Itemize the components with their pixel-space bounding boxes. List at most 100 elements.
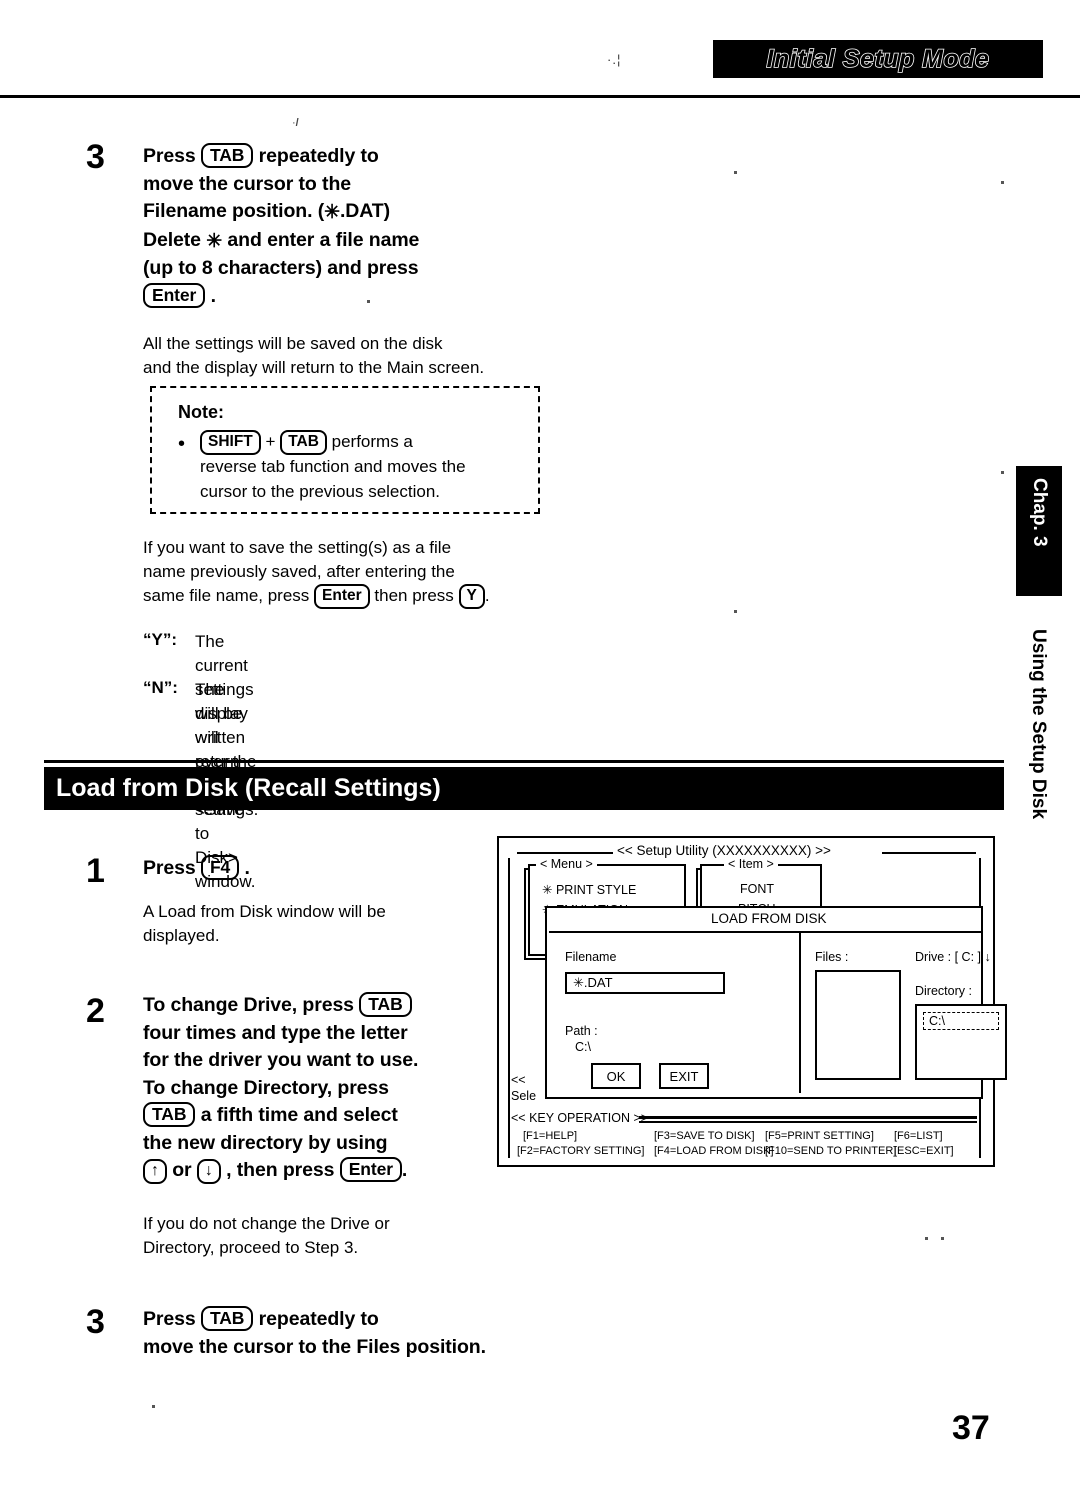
path-label: Path : — [565, 1024, 598, 1038]
step3-top-line4b: and enter a file name — [227, 228, 420, 251]
step1-number: 1 — [86, 852, 105, 890]
overwrite-description: If you want to save the setting(s) as a … — [143, 536, 563, 609]
directory-label: Directory : — [915, 984, 972, 998]
header-scan-artifact: ·.¦ — [607, 52, 622, 67]
drive-row: Drive : [ C: ] ↓ — [915, 950, 991, 964]
note-line2: reverse tab function and moves the — [200, 457, 466, 476]
step2-line7b: , then press — [226, 1159, 335, 1181]
section-title: Load from Disk (Recall Settings) — [56, 774, 441, 802]
ok-button-label: OK — [606, 1068, 626, 1084]
step1-description: A Load from Disk window will be displaye… — [143, 900, 386, 948]
step3-top-line3b: .DAT) — [339, 200, 390, 222]
key-op-0: [F1=HELP] — [523, 1130, 578, 1142]
chapter-subtitle-label: Using the Setup Disk — [1028, 629, 1049, 820]
step2-note-line2: Directory, proceed to Step 3. — [143, 1238, 359, 1257]
directory-listbox[interactable]: C:\ — [915, 1004, 1007, 1080]
select-hint-line2: Sele — [511, 1089, 537, 1103]
key-op-3: [F6=LIST] — [894, 1130, 943, 1142]
step2-line2: four times and type the letter — [143, 1021, 408, 1044]
drive-value: [ C: ] — [954, 950, 982, 964]
asterisk-glyph: ✳ — [324, 202, 340, 223]
step2-number: 2 — [86, 992, 105, 1030]
note-title: Note: — [178, 402, 224, 422]
step3-bottom-line1a: Press — [143, 1308, 196, 1330]
step2-line6: the new directory by using — [143, 1131, 388, 1154]
scan-dot-1 — [734, 171, 737, 174]
key-enter-step2: Enter — [339, 1157, 402, 1182]
key-op-7: [ESC=EXIT] — [894, 1145, 954, 1157]
exit-button-label: EXIT — [669, 1068, 699, 1084]
key-operation-rule-1 — [639, 1116, 977, 1119]
ow-period: . — [484, 586, 490, 605]
step3-bottom-line2: move the cursor to the Files position. — [143, 1335, 486, 1358]
fig-outer-left-line — [508, 858, 510, 1158]
ow-line2: name previously saved, after entering th… — [143, 562, 455, 581]
ow-line3a: same file name, press — [143, 586, 310, 605]
header-rule — [0, 95, 1080, 98]
dialog-title-rule — [549, 931, 983, 933]
key-op-6: [F10=SEND TO PRINTER] — [765, 1145, 897, 1157]
note-line1-tail: performs a — [331, 432, 413, 451]
step1-desc1: A Load from Disk window will be — [143, 902, 386, 921]
step2-note: If you do not change the Drive or Direct… — [143, 1212, 390, 1260]
step3-top-line2: move the cursor to the — [143, 172, 352, 195]
files-listbox[interactable] — [815, 970, 901, 1080]
note-body: SHIFT + TAB performs a reverse tab funct… — [200, 430, 530, 504]
save-desc-line2: and the display will return to the Main … — [143, 358, 485, 377]
key-tab-step2-b: TAB — [143, 1102, 196, 1127]
scan-dot-5 — [152, 1405, 155, 1408]
step2-or: or — [172, 1159, 192, 1181]
key-f4: F4 — [200, 855, 240, 880]
save-description: All the settings will be saved on the di… — [143, 332, 484, 380]
note-box: Note: • SHIFT + TAB performs a reverse t… — [150, 386, 540, 514]
step2-line1a: To change Drive, press — [143, 994, 354, 1016]
ok-button[interactable]: OK — [591, 1063, 641, 1089]
step1-desc2: displayed. — [143, 926, 220, 945]
directory-selected-item[interactable]: C:\ — [923, 1012, 999, 1030]
fig-title: << Setup Utility (XXXXXXXXXX) >> — [617, 843, 831, 858]
section-header: Load from Disk (Recall Settings) — [44, 767, 1004, 810]
ow-line3b: then press — [374, 586, 454, 605]
note-line3: cursor to the previous selection. — [200, 481, 441, 501]
scan-dot-8 — [1001, 471, 1004, 474]
scan-dot-7 — [734, 610, 737, 613]
step2-period: . — [401, 1159, 408, 1181]
key-op-1: [F3=SAVE TO DISK] — [654, 1130, 755, 1142]
scan-dot-2 — [1001, 181, 1004, 184]
step3-top-line4a: Delete — [143, 228, 201, 251]
scan-artifact-top: ·/ — [292, 117, 299, 129]
chapter-tab-label: Chap. 3 — [1029, 478, 1050, 547]
save-desc-line1: All the settings will be saved on the di… — [143, 334, 443, 353]
select-hint-line1: << — [511, 1073, 526, 1087]
manual-page: Initial Setup Mode ·.¦ ·/ 3 Press TAB re… — [0, 0, 1080, 1499]
key-op-2: [F5=PRINT SETTING] — [765, 1130, 874, 1142]
key-tab-step3b: TAB — [200, 1306, 254, 1331]
drive-label: Drive : — [915, 950, 952, 964]
menu-item-0-label: PRINT STYLE — [555, 883, 637, 897]
key-enter-ow: Enter — [314, 584, 370, 609]
files-label: Files : — [815, 950, 849, 964]
scan-dot-6 — [367, 300, 370, 303]
filename-input[interactable]: ✳.DAT — [565, 972, 725, 994]
scan-dot-4 — [941, 1237, 944, 1240]
filename-value: ✳.DAT — [573, 975, 613, 990]
step2-line4: To change Directory, press — [143, 1076, 389, 1099]
key-op-5: [F4=LOAD FROM DISK] — [654, 1145, 774, 1157]
menu-panel-header: < Menu > — [536, 857, 597, 871]
step3-bottom-line1b: repeatedly to — [258, 1308, 379, 1330]
setup-utility-figure: << Setup Utility (XXXXXXXXXX) >> < Menu … — [497, 836, 1007, 1167]
key-operation-title: << KEY OPERATION >> — [511, 1111, 649, 1125]
step3-bottom-text: Press TAB repeatedly to move the cursor … — [143, 1306, 603, 1361]
step2-line3: for the driver you want to use. — [143, 1049, 419, 1071]
step1-line1a: Press — [143, 857, 196, 879]
scan-dot-3 — [925, 1237, 928, 1240]
exit-button[interactable]: EXIT — [659, 1063, 709, 1089]
dialog-divider — [799, 933, 801, 1093]
step3-bottom-number: 3 — [86, 1303, 105, 1341]
page-number: 37 — [952, 1409, 990, 1447]
page-header-title: Initial Setup Mode — [766, 44, 990, 74]
step3-top-line1b: repeatedly to — [258, 145, 379, 167]
fig-title-rule-left — [517, 852, 613, 854]
item-entry-0: FONT — [740, 882, 775, 896]
key-tab-step2: TAB — [359, 992, 412, 1017]
